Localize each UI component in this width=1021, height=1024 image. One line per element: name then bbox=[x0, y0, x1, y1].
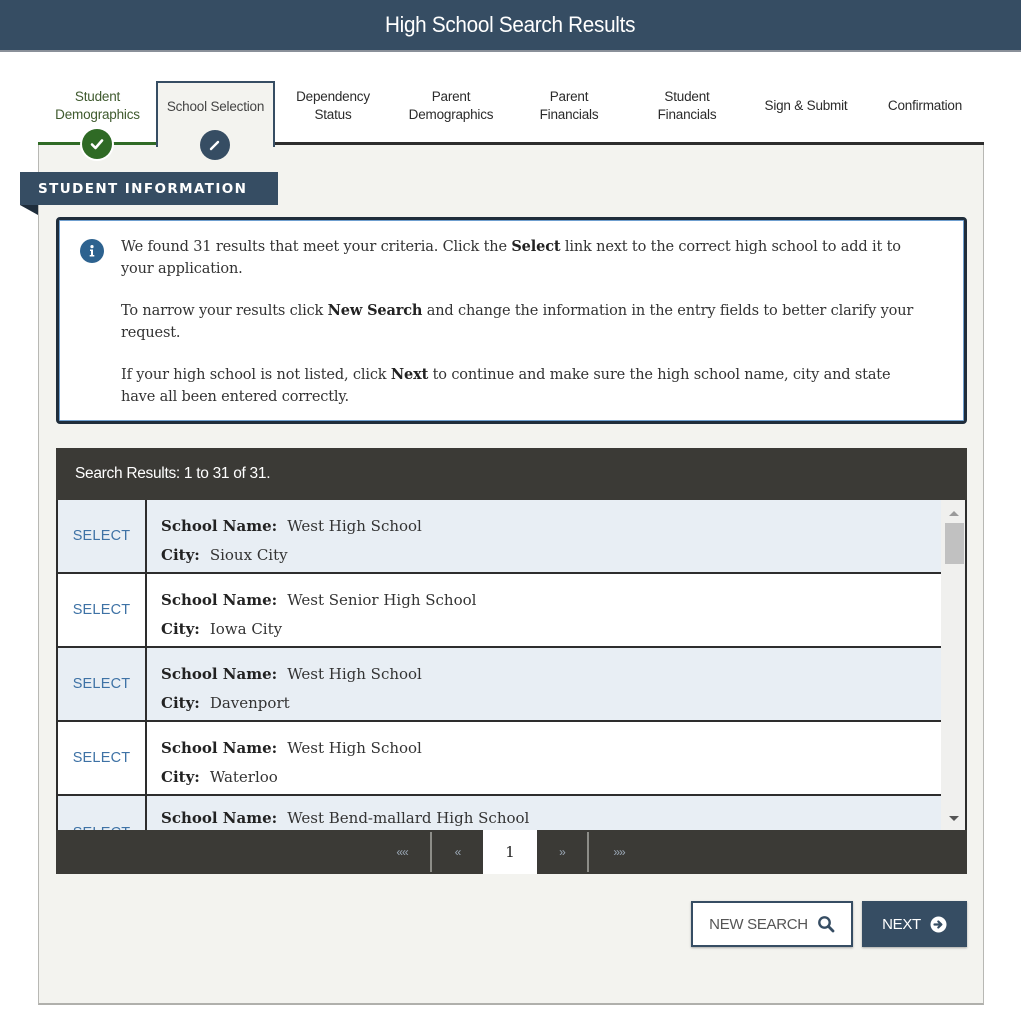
school-name: West High School bbox=[287, 665, 422, 683]
step-parent-demographics[interactable]: Parent Demographics bbox=[392, 82, 510, 144]
current-page[interactable]: 1 bbox=[483, 830, 537, 874]
step-confirmation[interactable]: Confirmation bbox=[866, 82, 984, 144]
arrow-right-circle-icon bbox=[930, 916, 947, 932]
school-name-label: School Name: bbox=[161, 591, 278, 609]
school-name: West High School bbox=[287, 517, 422, 535]
select-link[interactable]: SELECT bbox=[58, 648, 147, 720]
next-button[interactable]: NEXT bbox=[862, 901, 967, 947]
school-name-label: School Name: bbox=[161, 517, 278, 535]
city-label: City: bbox=[161, 694, 200, 712]
step-label: Parent bbox=[431, 89, 471, 104]
step-label: Student bbox=[74, 89, 121, 104]
city-label: City: bbox=[161, 768, 200, 786]
school-name-label: School Name: bbox=[161, 665, 278, 683]
step-label: School Selection bbox=[166, 99, 265, 114]
select-link[interactable]: SELECT bbox=[58, 574, 147, 646]
school-name: West Bend-mallard High School bbox=[287, 809, 530, 827]
info-message: We found 31 results that meet your crite… bbox=[56, 217, 967, 424]
results-scrollbar[interactable] bbox=[941, 500, 965, 830]
scroll-up-arrow-icon[interactable] bbox=[949, 511, 959, 516]
school-name: West High School bbox=[287, 739, 422, 757]
step-label: Sign & Submit bbox=[764, 98, 848, 113]
step-sign-submit[interactable]: Sign & Submit bbox=[746, 82, 866, 144]
step-label: Confirmation bbox=[887, 98, 963, 113]
table-row: SELECT School Name: West Bend-mallard Hig… bbox=[58, 796, 943, 830]
table-row: SELECT School Name: West High School City… bbox=[58, 722, 943, 796]
last-page-button[interactable]: »» bbox=[589, 830, 649, 874]
step-student-financials[interactable]: Student Financials bbox=[628, 82, 746, 144]
info-paragraph-2: To narrow your results click New Search … bbox=[121, 302, 914, 341]
step-dependency-status[interactable]: Dependency Status bbox=[274, 82, 392, 144]
table-row: SELECT School Name: West High School City… bbox=[58, 648, 943, 722]
search-icon bbox=[817, 916, 835, 933]
step-label: Student bbox=[664, 89, 710, 104]
school-name-label: School Name: bbox=[161, 739, 278, 757]
results-summary: Search Results: 1 to 31 of 31. bbox=[56, 448, 967, 500]
progress-steps: Student Demographics School Selection Dep… bbox=[38, 81, 984, 160]
ribbon-fold bbox=[20, 205, 38, 215]
city-label: City: bbox=[161, 620, 200, 638]
city-label: City: bbox=[161, 546, 200, 564]
select-link[interactable]: SELECT bbox=[58, 796, 147, 830]
info-paragraph-1: We found 31 results that meet your crite… bbox=[121, 238, 901, 277]
table-row: SELECT School Name: West High School City… bbox=[58, 500, 943, 574]
page-title: High School Search Results bbox=[385, 12, 636, 37]
results-list: SELECT School Name: West High School City… bbox=[56, 500, 967, 830]
new-search-button[interactable]: NEW SEARCH bbox=[691, 901, 853, 947]
info-paragraph-3: If your high school is not listed, click… bbox=[121, 366, 891, 405]
step-label: Dependency bbox=[296, 89, 370, 104]
pencil-icon bbox=[200, 130, 230, 160]
select-link[interactable]: SELECT bbox=[58, 500, 147, 572]
page-header: High School Search Results bbox=[0, 0, 1021, 52]
city: Waterloo bbox=[209, 768, 278, 786]
pagination: «« « 1 » »» bbox=[56, 830, 967, 874]
school-name: West Senior High School bbox=[287, 591, 477, 609]
city: Davenport bbox=[209, 694, 290, 712]
school-name-label: School Name: bbox=[161, 809, 278, 827]
city: Sioux City bbox=[209, 546, 288, 564]
prev-page-button[interactable]: « bbox=[432, 830, 483, 874]
scroll-thumb[interactable] bbox=[945, 523, 964, 564]
section-title: STUDENT INFORMATION bbox=[20, 172, 278, 205]
select-link[interactable]: SELECT bbox=[58, 722, 147, 794]
step-parent-financials[interactable]: Parent Financials bbox=[510, 82, 628, 144]
step-label: Parent bbox=[549, 89, 589, 104]
first-page-button[interactable]: «« bbox=[374, 830, 430, 874]
check-icon bbox=[82, 129, 112, 159]
info-icon bbox=[80, 239, 104, 263]
scroll-down-arrow-icon[interactable] bbox=[949, 816, 959, 821]
table-row: SELECT School Name: West Senior High Scho… bbox=[58, 574, 943, 648]
next-page-button[interactable]: » bbox=[537, 830, 587, 874]
city: Iowa City bbox=[209, 620, 283, 638]
